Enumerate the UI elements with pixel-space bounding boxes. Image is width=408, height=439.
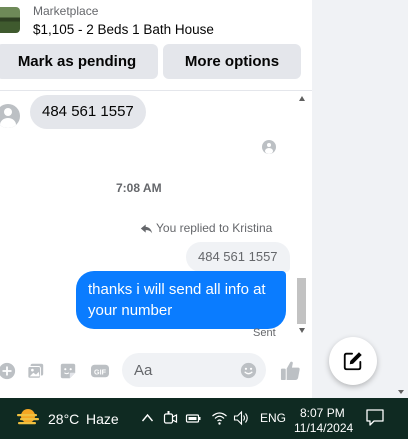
volume-icon[interactable] — [233, 410, 250, 426]
compose-icon — [343, 352, 362, 371]
outgoing-message[interactable]: thanks i will send all info at your numb… — [76, 271, 286, 329]
haze-weather-icon[interactable] — [15, 406, 41, 430]
sticker-icon[interactable] — [59, 362, 77, 380]
gif-icon[interactable]: GIF — [91, 362, 109, 380]
more-options-button[interactable]: More options — [163, 44, 301, 79]
delivery-status: Sent — [253, 327, 276, 339]
scroll-down-arrow-icon[interactable] — [299, 328, 305, 333]
input-language-indicator[interactable]: ENG — [260, 411, 286, 425]
scrollbar-thumb[interactable] — [297, 278, 306, 324]
listing-thumbnail[interactable] — [0, 7, 20, 33]
reply-context-label: You replied to Kristina — [156, 221, 273, 235]
reply-arrow-icon — [140, 224, 153, 234]
scroll-up-arrow-icon[interactable] — [299, 96, 305, 101]
weather-temperature[interactable]: 28°C — [48, 411, 79, 427]
weather-condition[interactable]: Haze — [86, 411, 119, 427]
seen-avatar-icon — [262, 140, 276, 154]
page-scroll-down-icon[interactable] — [398, 390, 404, 394]
header-divider — [0, 90, 312, 91]
plus-circle-icon[interactable] — [0, 362, 16, 380]
incoming-message[interactable]: 484 561 1557 — [30, 95, 146, 129]
notification-center-icon[interactable] — [366, 409, 384, 426]
svg-text:GIF: GIF — [94, 368, 107, 377]
battery-icon[interactable] — [185, 410, 202, 426]
listing-source: Marketplace — [33, 4, 99, 18]
clock-date[interactable]: 11/14/2024 — [294, 421, 353, 435]
photo-icon[interactable] — [27, 362, 45, 380]
contact-avatar[interactable] — [0, 104, 20, 128]
meet-now-icon[interactable] — [162, 410, 179, 426]
emoji-icon[interactable] — [240, 362, 257, 379]
mark-as-pending-button[interactable]: Mark as pending — [0, 44, 158, 79]
thumbs-up-icon[interactable] — [280, 360, 301, 381]
wifi-icon[interactable] — [211, 410, 228, 426]
chat-panel: Marketplace $1,105 - 2 Beds 1 Bath House… — [0, 0, 312, 398]
message-timestamp: 7:08 AM — [116, 181, 162, 195]
quoted-message[interactable]: 484 561 1557 — [186, 242, 290, 272]
listing-title[interactable]: $1,105 - 2 Beds 1 Bath House — [33, 22, 214, 37]
clock-time[interactable]: 8:07 PM — [300, 406, 345, 420]
chevron-up-icon[interactable] — [139, 410, 156, 426]
new-message-button[interactable] — [329, 337, 377, 385]
